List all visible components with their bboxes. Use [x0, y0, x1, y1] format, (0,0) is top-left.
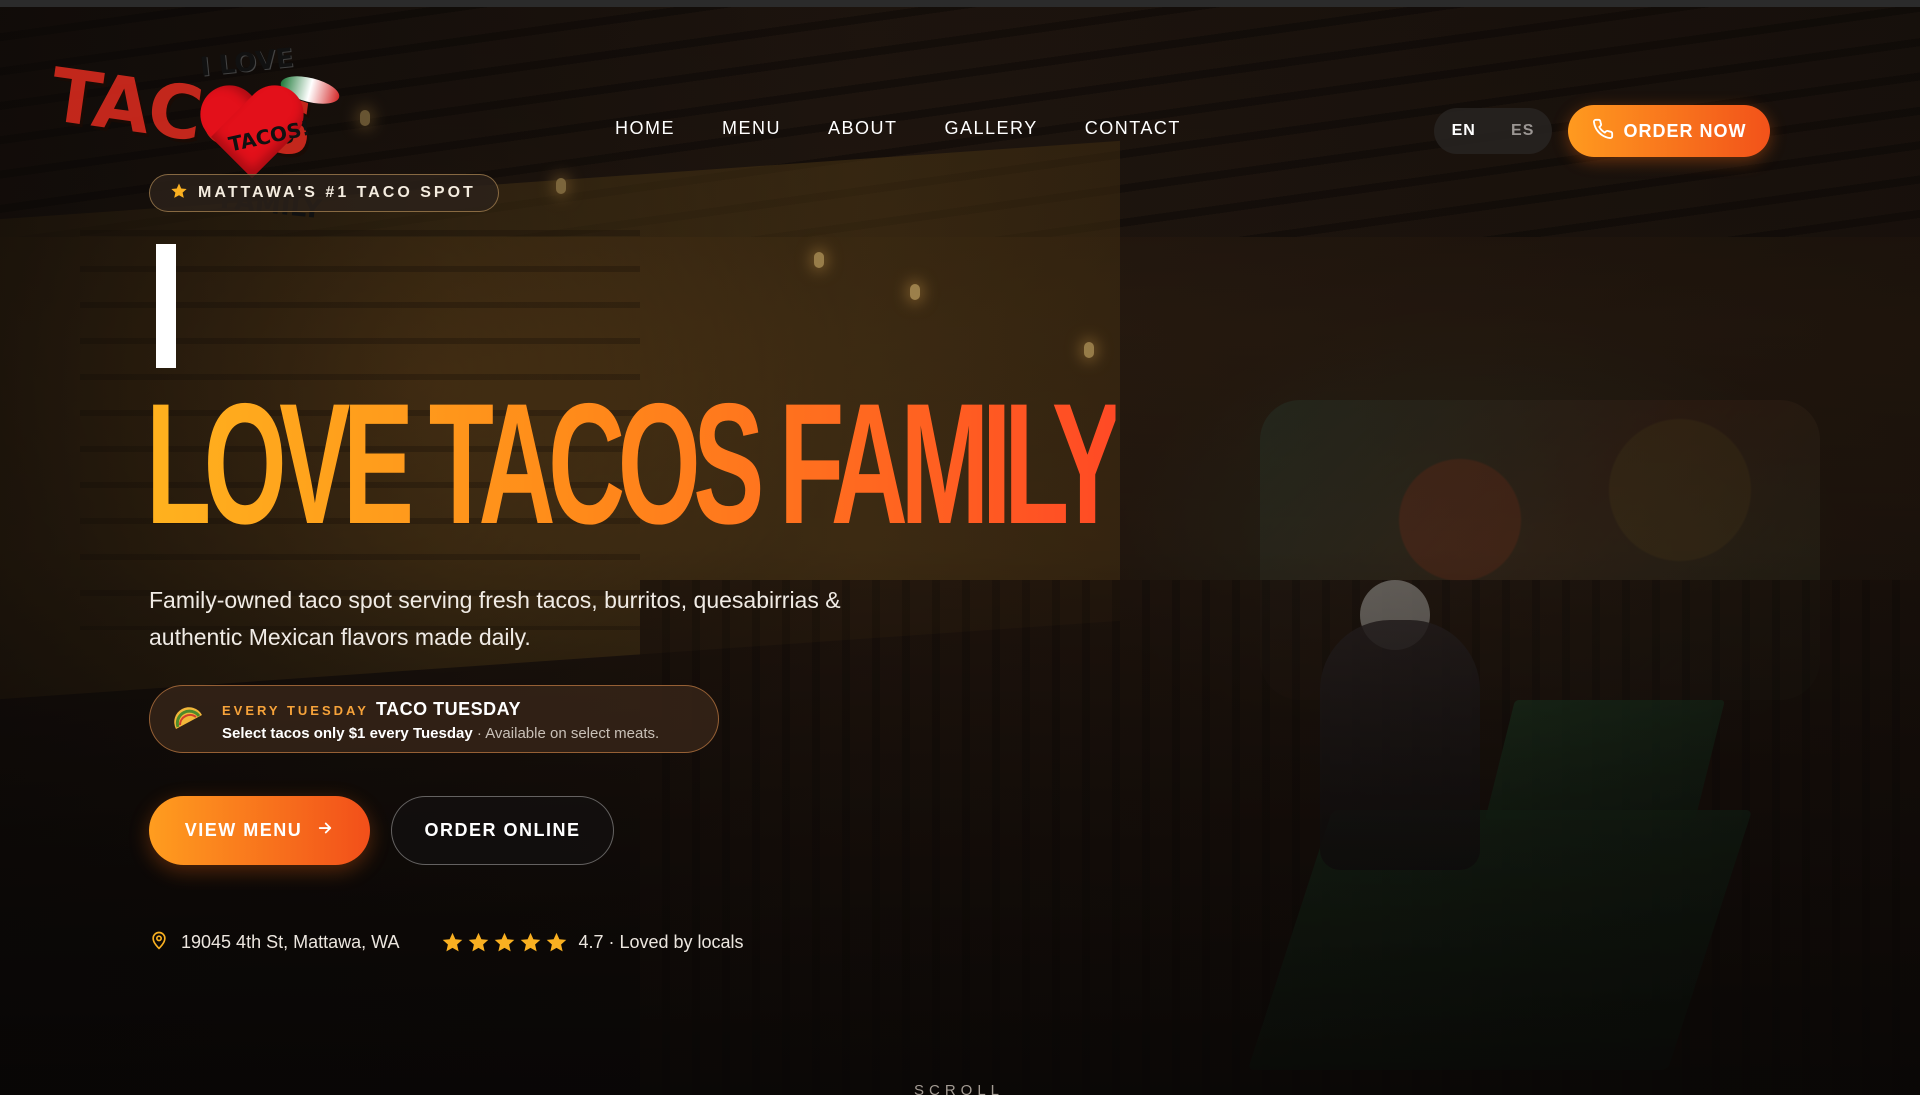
promo-offer: Select tacos only $1 every Tuesday [222, 725, 473, 742]
nav-gallery[interactable]: GALLERY [945, 118, 1038, 139]
promo-note: Available on select meats. [485, 725, 660, 742]
rating-stars [441, 931, 568, 954]
main-nav: HOME MENU ABOUT GALLERY CONTACT [615, 118, 1181, 139]
nav-about[interactable]: ABOUT [828, 118, 898, 139]
rating-text: 4.7 · Loved by locals [578, 932, 744, 952]
promo-heading: TACO TUESDAY [376, 699, 522, 719]
hero-title: LOVE TACOS FAMILY [146, 368, 1123, 560]
order-now-button[interactable]: ORDER NOW [1568, 105, 1770, 157]
arrow-right-icon [316, 819, 334, 842]
language-switcher: EN ES [1434, 108, 1552, 154]
nav-menu[interactable]: MENU [722, 118, 781, 139]
star-icon [547, 932, 567, 952]
star-icon [521, 932, 541, 952]
star-icon [469, 932, 489, 952]
nav-home[interactable]: HOME [615, 118, 675, 139]
taco-icon [172, 703, 206, 737]
promo-line: Select tacos only $1 every Tuesday · Ava… [222, 725, 659, 742]
map-pin-icon [149, 929, 169, 956]
phone-icon [1592, 118, 1614, 145]
star-icon [443, 932, 463, 952]
spot-badge-text: MATTAWA'S #1 TACO SPOT [198, 184, 476, 201]
address-text: 19045 4th St, Mattawa, WA [181, 932, 400, 952]
view-menu-label: VIEW MENU [184, 820, 303, 840]
view-menu-button[interactable]: VIEW MENU [149, 796, 370, 865]
lang-en[interactable]: EN [1452, 122, 1476, 140]
scroll-indicator[interactable]: SCROLL [914, 1082, 1004, 1095]
lang-es[interactable]: ES [1511, 122, 1534, 140]
promo-kicker: EVERY TUESDAY [222, 703, 369, 718]
typing-cursor [156, 244, 176, 368]
order-online-label: ORDER ONLINE [424, 820, 581, 840]
spot-badge: MATTAWA'S #1 TACO SPOT [149, 174, 499, 212]
order-online-button[interactable]: ORDER ONLINE [391, 796, 614, 865]
hero-description: Family-owned taco spot serving fresh tac… [149, 587, 841, 650]
nav-contact[interactable]: CONTACT [1085, 118, 1181, 139]
order-now-label: ORDER NOW [1623, 120, 1747, 141]
browser-top-strip [0, 0, 1920, 7]
location-rating-row: 19045 4th St, Mattawa, WA 4.7 · Loved by… [149, 929, 744, 956]
star-icon [495, 932, 515, 952]
promo-separator: · [472, 725, 486, 742]
logo-i-love-text: I LOVE [198, 43, 295, 83]
taco-tuesday-promo[interactable]: EVERY TUESDAY TACO TUESDAY Select tacos … [149, 685, 719, 753]
star-icon [170, 182, 188, 205]
